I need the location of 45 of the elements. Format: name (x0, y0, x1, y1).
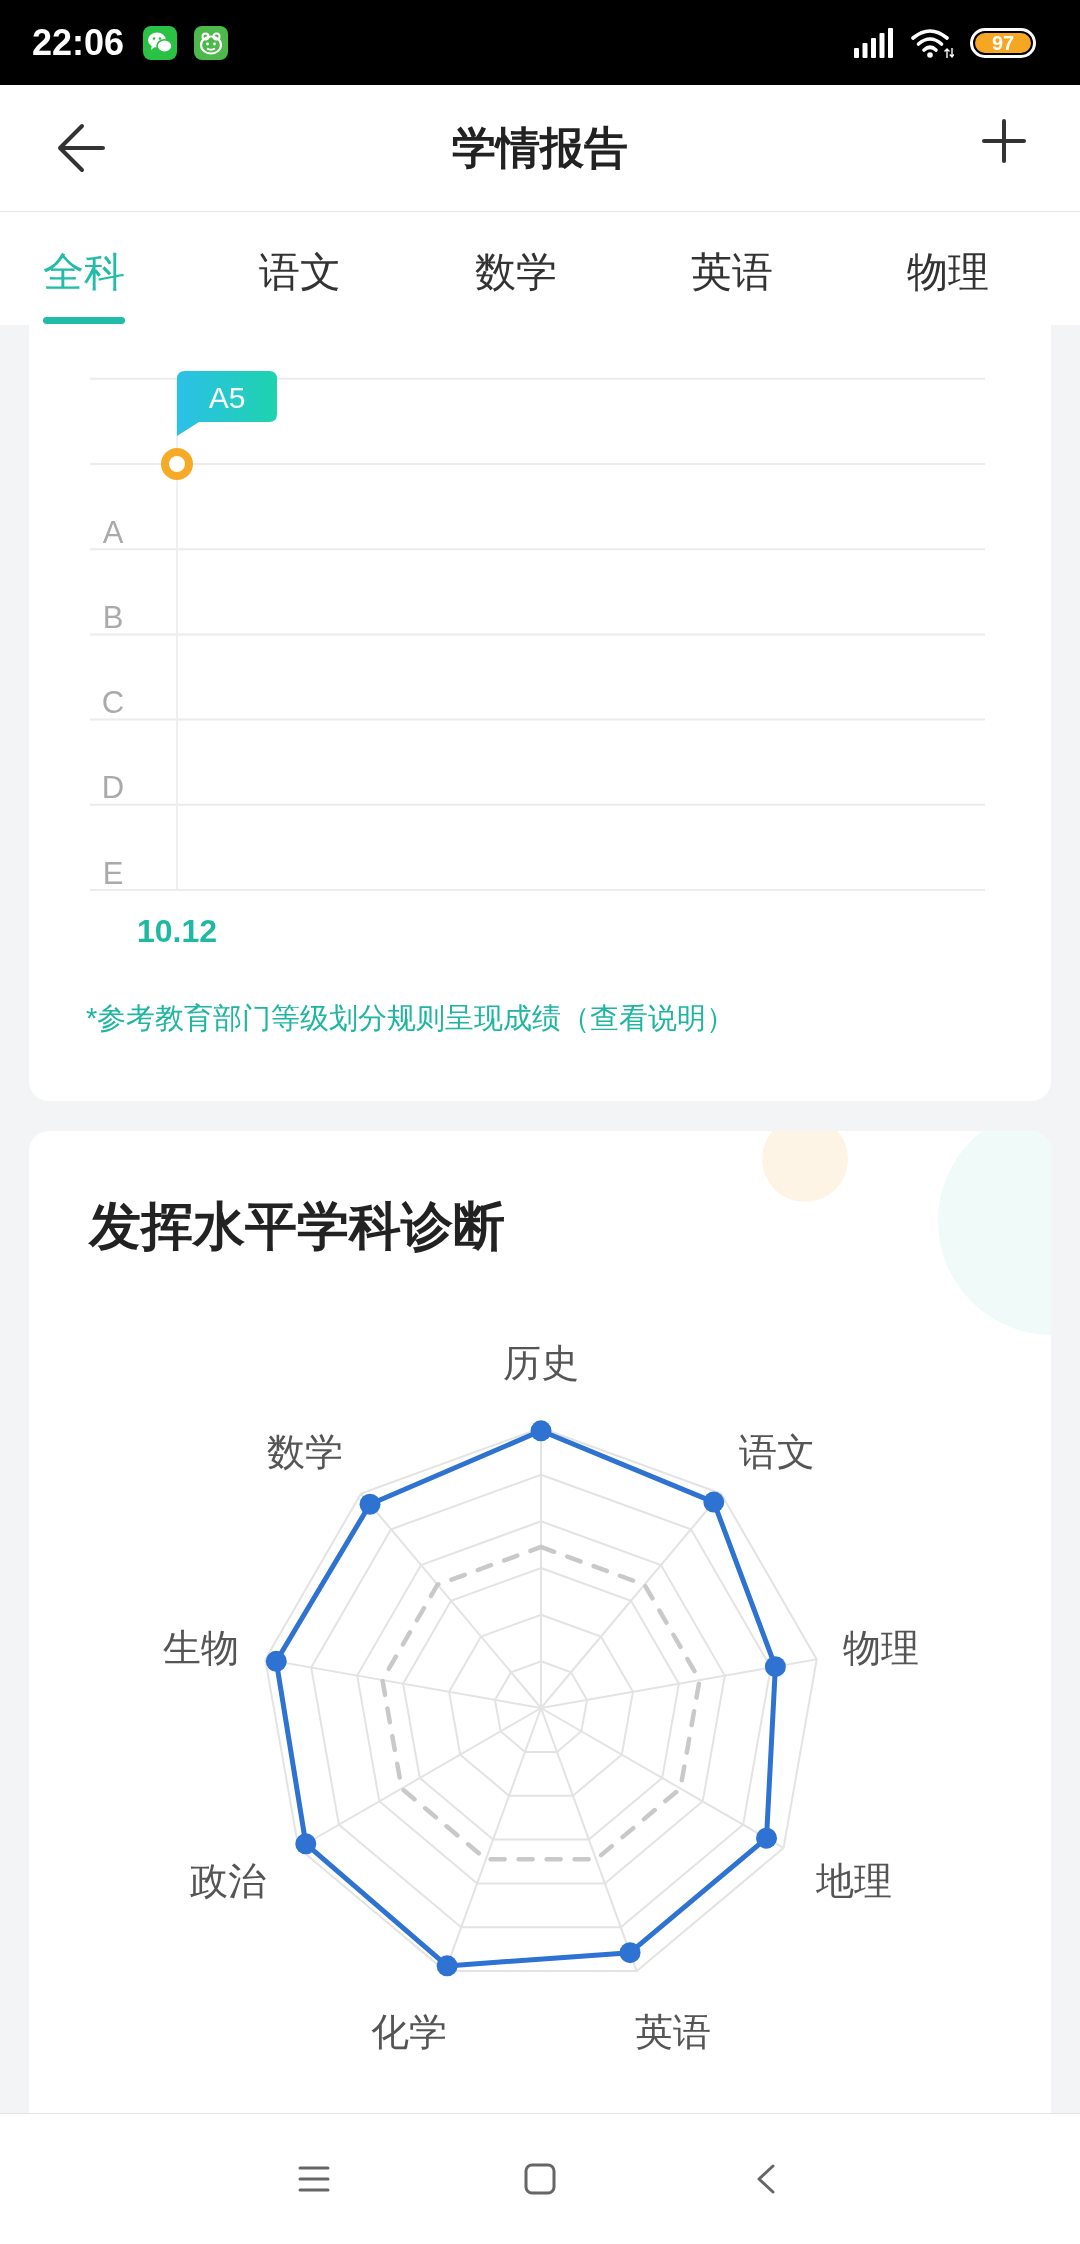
add-button[interactable] (982, 119, 1026, 163)
page-title: 学情报告 (452, 121, 628, 174)
subject-tab[interactable]: 英语 (691, 212, 773, 325)
score-point (436, 1955, 458, 1977)
data-point (161, 448, 193, 480)
subject-label: 历史 (503, 1342, 579, 1384)
wifi-icon (910, 26, 954, 59)
subject-label: 英语 (635, 2011, 711, 2054)
signal-icon (854, 27, 894, 58)
arrow-left-icon (56, 122, 106, 174)
subject-label: 数学 (267, 1430, 344, 1473)
score-point (295, 1833, 317, 1855)
back-button[interactable] (56, 122, 106, 174)
score-point (619, 1942, 641, 1964)
menu-icon[interactable] (298, 2165, 330, 2193)
y-axis-label: E (102, 855, 124, 891)
score-point (756, 1827, 777, 1849)
value-tooltip: A5 (177, 371, 277, 436)
status-time: 22:06 (32, 21, 125, 64)
y-axis-label: B (102, 599, 124, 635)
plus-icon (982, 119, 1026, 163)
score-point (703, 1491, 725, 1513)
x-axis-label: 10.12 (136, 913, 218, 949)
subject-tab[interactable]: 物理 (907, 212, 989, 325)
face-icon (194, 25, 229, 60)
subject-label: 物理 (842, 1627, 919, 1670)
score-point (359, 1493, 381, 1515)
subject-label: 语文 (738, 1430, 815, 1473)
subject-label: 政治 (190, 1859, 267, 1902)
subject-tab[interactable]: 语文 (259, 212, 341, 325)
y-axis-label: C (101, 685, 125, 721)
score-point (530, 1420, 552, 1442)
card-title: 发挥水平学科诊断 (89, 1196, 505, 1256)
subject-label: 生物 (163, 1627, 240, 1670)
score-point (764, 1656, 786, 1678)
subject-tab[interactable]: 数学 (475, 212, 557, 325)
y-axis-label: D (101, 770, 125, 806)
square-icon[interactable] (524, 2163, 556, 2195)
chevron-left-icon[interactable] (756, 2164, 776, 2194)
score-point (265, 1650, 287, 1672)
chat-bubbles-icon (143, 25, 178, 60)
subject-label: 化学 (371, 2011, 447, 2054)
subject-label: 地理 (815, 1859, 892, 1902)
battery-indicator: 97 (970, 27, 1036, 58)
y-axis-label: A (102, 514, 124, 550)
